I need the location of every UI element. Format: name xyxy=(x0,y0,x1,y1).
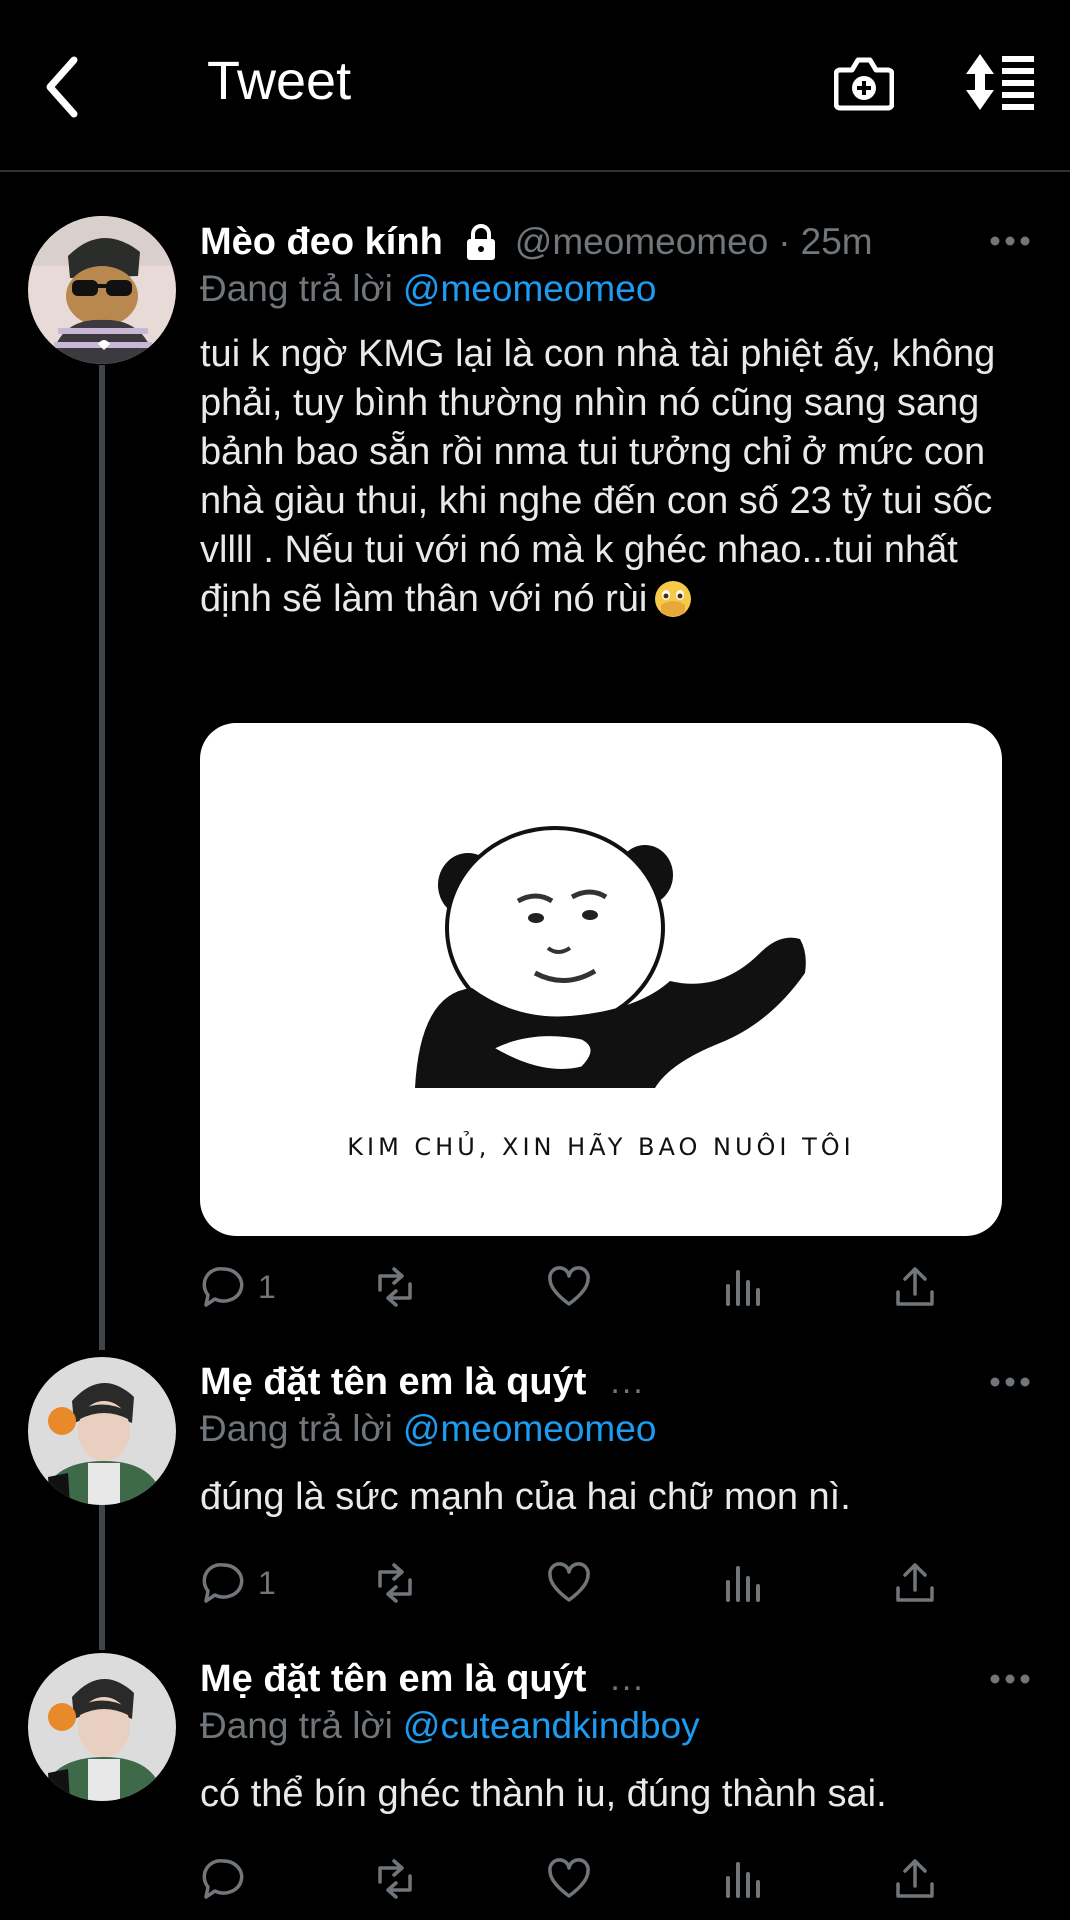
handle[interactable]: @meomeomeo xyxy=(515,221,769,263)
reply-icon xyxy=(202,1859,244,1899)
reply-button[interactable]: 1 xyxy=(200,1558,276,1608)
reply-count: 1 xyxy=(258,1564,276,1601)
replying-to-label: Đang trả lời xyxy=(200,268,393,309)
thread-line xyxy=(99,1500,105,1650)
avatar[interactable] xyxy=(28,1653,176,1801)
retweet-button[interactable] xyxy=(372,1558,418,1608)
name-truncation: ... xyxy=(610,1362,645,1401)
action-bar: 1 xyxy=(200,1558,960,1608)
thread-line xyxy=(99,365,105,1350)
mention-link[interactable]: @meomeomeo xyxy=(403,1408,657,1449)
reply-button[interactable] xyxy=(200,1854,246,1904)
camera-add-icon[interactable] xyxy=(834,52,894,114)
boy-with-orange-avatar-image xyxy=(28,1357,176,1505)
like-button[interactable] xyxy=(546,1854,592,1904)
more-options-icon[interactable] xyxy=(990,1672,1030,1686)
page-title: Tweet xyxy=(207,51,352,111)
media-caption: KIM CHỦ, XIN HÃY BAO NUÔI TÔI xyxy=(347,1133,855,1161)
more-options-icon[interactable] xyxy=(990,1375,1030,1389)
tweet-media-image[interactable]: KIM CHỦ, XIN HÃY BAO NUÔI TÔI xyxy=(200,723,1002,1236)
analytics-button[interactable] xyxy=(720,1262,766,1312)
mention-link[interactable]: @meomeomeo xyxy=(403,268,657,309)
tweet-header: Mèo đeo kính @meomeomeo · 25m xyxy=(200,218,873,266)
analytics-icon xyxy=(726,1566,760,1602)
tweet-header: Mẹ đặt tên em là quýt ... xyxy=(200,1655,645,1703)
timestamp[interactable]: 25m xyxy=(801,221,873,263)
share-button[interactable] xyxy=(892,1262,938,1312)
more-options-icon[interactable] xyxy=(990,234,1030,248)
reply-icon xyxy=(202,1267,244,1307)
reply-icon xyxy=(202,1563,244,1603)
replying-to: Đang trả lời @meomeomeo xyxy=(200,1408,656,1450)
lock-icon xyxy=(466,224,495,260)
reply-count: 1 xyxy=(258,1268,276,1305)
panda-meme-illustration xyxy=(415,826,806,1088)
reply-button[interactable]: 1 xyxy=(200,1262,276,1312)
retweet-button[interactable] xyxy=(372,1262,418,1312)
boy-with-orange-avatar-image xyxy=(28,1653,176,1801)
analytics-button[interactable] xyxy=(720,1854,766,1904)
replying-to: Đang trả lời @meomeomeo xyxy=(200,268,656,310)
replying-to: Đang trả lời @cuteandkindboy xyxy=(200,1705,700,1747)
tweet-text: tui k ngờ KMG lại là con nhà tài phiệt ấ… xyxy=(200,330,1020,624)
analytics-icon xyxy=(726,1270,760,1306)
like-button[interactable] xyxy=(546,1262,592,1312)
replying-to-label: Đang trả lời xyxy=(200,1408,393,1449)
tweet-text: có thể bín ghéc thành iu, đúng thành sai… xyxy=(200,1773,887,1815)
analytics-button[interactable] xyxy=(720,1558,766,1608)
top-bar: Tweet xyxy=(0,0,1070,172)
replying-to-label: Đang trả lời xyxy=(200,1705,393,1746)
display-name[interactable]: Mẹ đặt tên em là quýt xyxy=(200,1361,586,1404)
analytics-icon xyxy=(726,1862,760,1898)
tweet-header: Mẹ đặt tên em là quýt ... xyxy=(200,1358,645,1406)
avatar[interactable] xyxy=(28,1357,176,1505)
heart-icon xyxy=(548,1858,590,1898)
retweet-icon xyxy=(378,1563,412,1603)
heart-icon xyxy=(548,1266,590,1306)
share-button[interactable] xyxy=(892,1854,938,1904)
sort-icon[interactable] xyxy=(964,52,1036,112)
display-name[interactable]: Mẹ đặt tên em là quýt xyxy=(200,1658,586,1701)
share-icon xyxy=(896,1563,934,1602)
emoji-face-hand-over-mouth-icon xyxy=(655,581,692,617)
retweet-icon xyxy=(378,1267,412,1307)
share-icon xyxy=(896,1267,934,1306)
mention-link[interactable]: @cuteandkindboy xyxy=(403,1705,700,1746)
retweet-icon xyxy=(378,1859,412,1899)
name-truncation: ... xyxy=(610,1659,645,1698)
back-arrow-icon[interactable] xyxy=(40,52,90,122)
like-button[interactable] xyxy=(546,1558,592,1608)
retweet-button[interactable] xyxy=(372,1854,418,1904)
tweet-text: đúng là sức mạnh của hai chữ mon nì. xyxy=(200,1476,851,1518)
avatar[interactable] xyxy=(28,216,176,364)
cat-sunglasses-avatar-image xyxy=(28,216,176,364)
share-icon xyxy=(896,1859,934,1898)
action-bar: 1 xyxy=(200,1262,960,1312)
display-name[interactable]: Mèo đeo kính xyxy=(200,221,443,264)
share-button[interactable] xyxy=(892,1558,938,1608)
heart-icon xyxy=(548,1562,590,1602)
separator-dot: · xyxy=(778,221,791,262)
action-bar xyxy=(200,1854,960,1904)
tweet-text-content: tui k ngờ KMG lại là con nhà tài phiệt ấ… xyxy=(200,333,996,620)
